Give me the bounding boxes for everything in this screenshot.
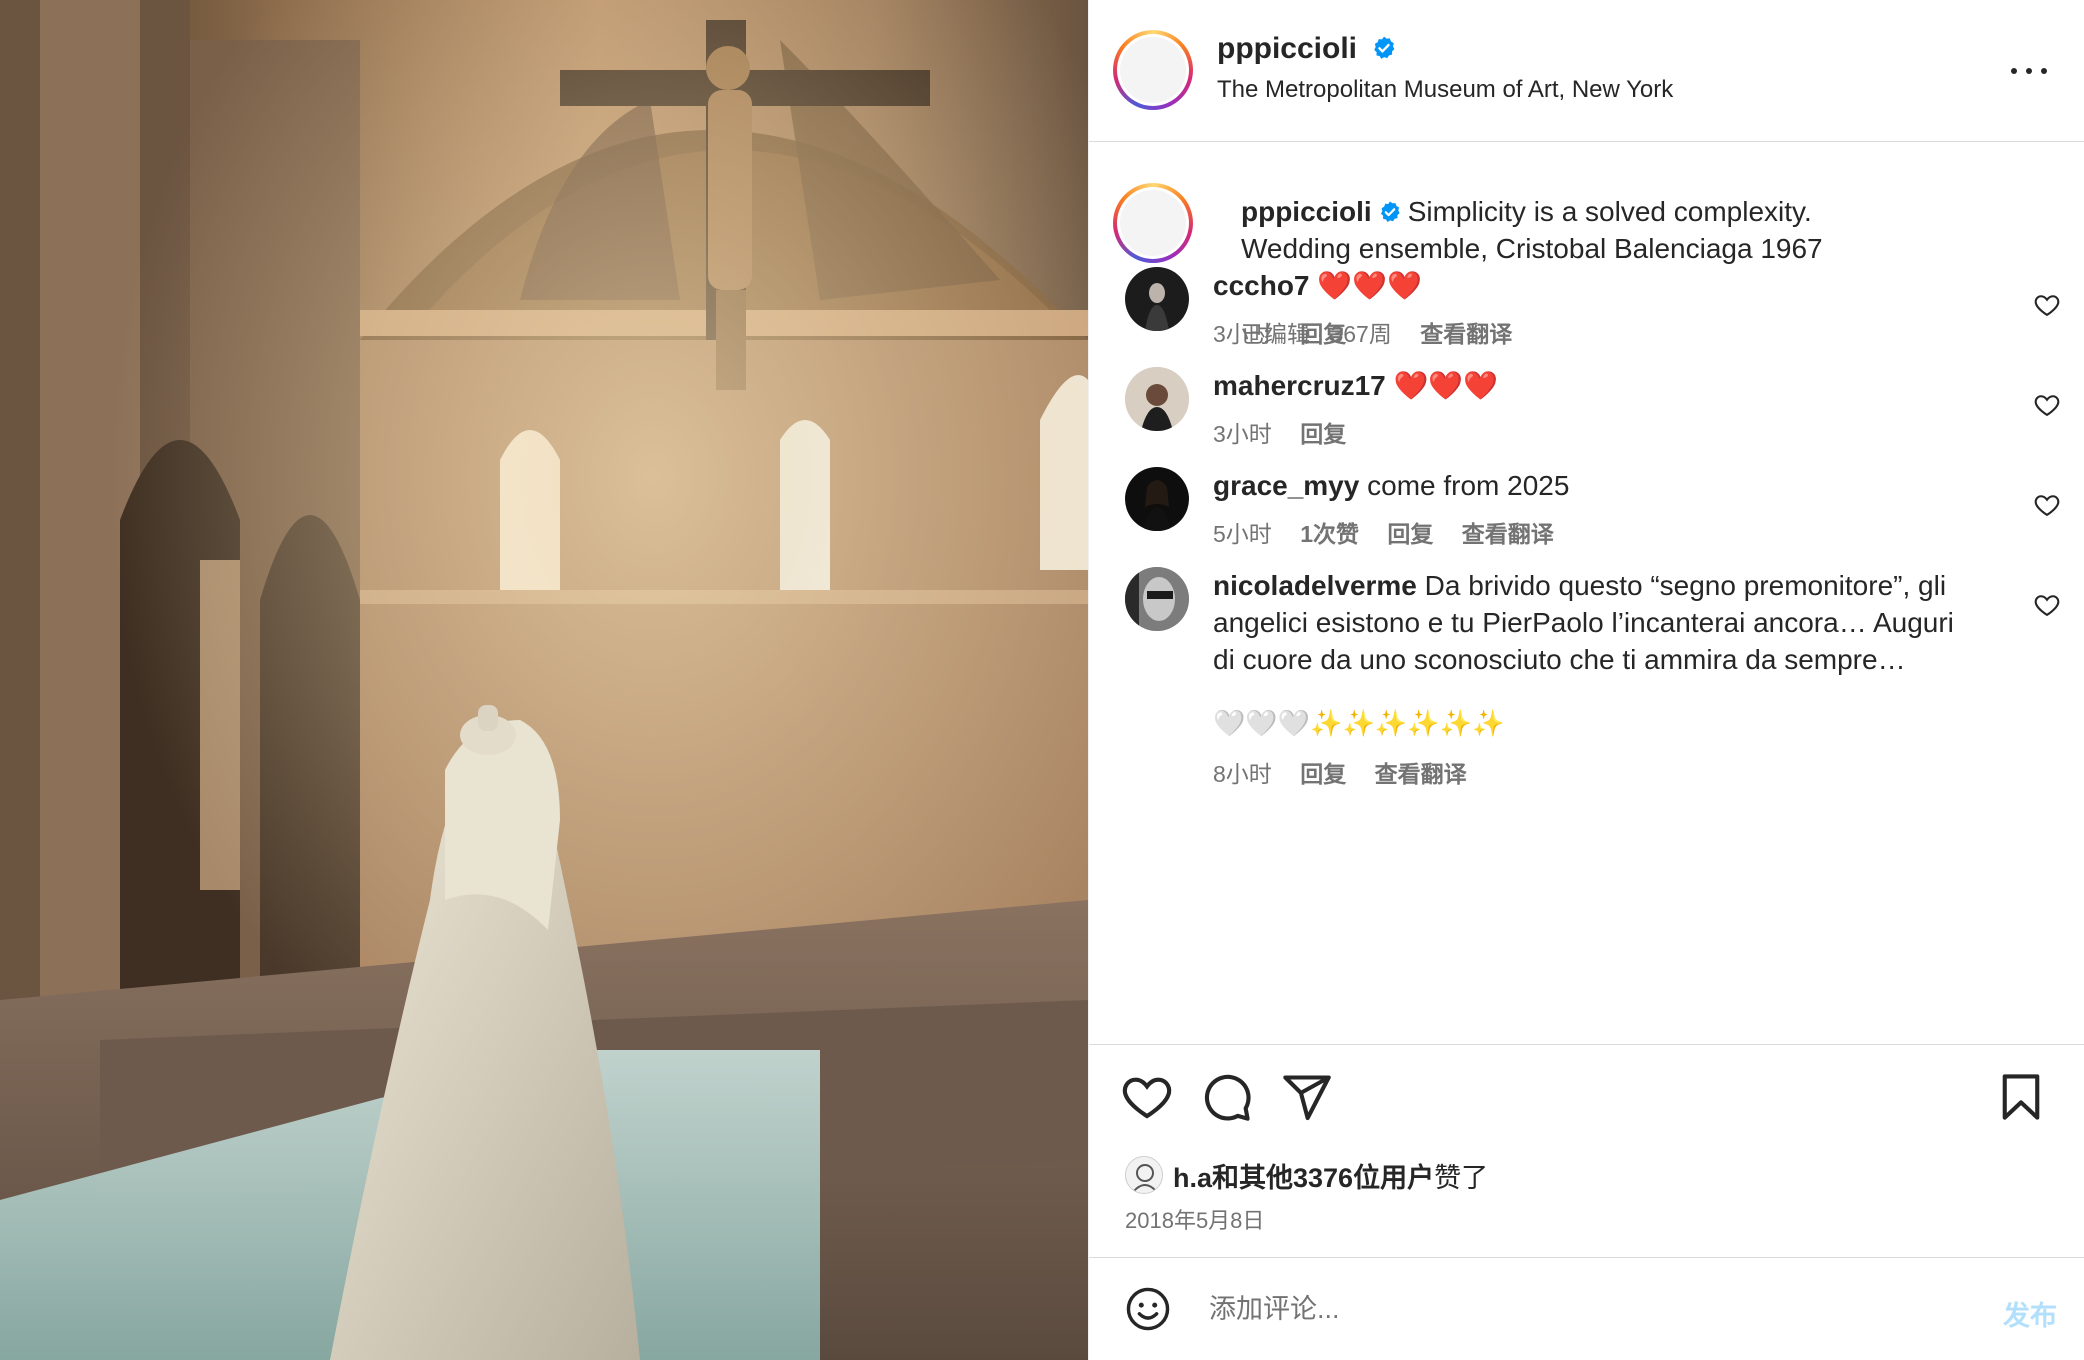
reply-button[interactable]: 回复 bbox=[1300, 321, 1346, 347]
commenter-avatar[interactable] bbox=[1125, 367, 1189, 431]
reply-button[interactable]: 回复 bbox=[1300, 421, 1346, 447]
comment-text: ❤️❤️❤️ bbox=[1393, 370, 1499, 401]
comment-icon[interactable] bbox=[1201, 1071, 1253, 1123]
comment-username[interactable]: grace_myy bbox=[1213, 470, 1359, 501]
bookmark-icon[interactable] bbox=[1995, 1071, 2047, 1123]
post-photo[interactable] bbox=[0, 0, 1088, 1360]
caption-author-avatar[interactable] bbox=[1113, 183, 1193, 263]
reply-button[interactable]: 回复 bbox=[1387, 521, 1433, 547]
translate-link[interactable]: 查看翻译 bbox=[1375, 761, 1467, 787]
likes-suffix: 赞了 bbox=[1434, 1162, 1489, 1193]
heart-icon[interactable] bbox=[2033, 291, 2061, 319]
comments-section[interactable]: pppiccioli Simplicity is a solved comple… bbox=[1089, 143, 2084, 1043]
caption-username[interactable]: pppiccioli bbox=[1241, 196, 1372, 227]
verified-badge-icon bbox=[1374, 36, 1395, 59]
comment-input[interactable] bbox=[1209, 1284, 1909, 1334]
translate-link[interactable]: 查看翻译 bbox=[1462, 521, 1554, 547]
post-header: pppiccioli The Metropolitan Museum of Ar… bbox=[1089, 0, 2084, 142]
post-date[interactable]: 2018年5月8日 bbox=[1125, 1203, 1264, 1235]
comment-likes[interactable]: 1次赞 bbox=[1300, 521, 1359, 547]
share-icon[interactable] bbox=[1281, 1071, 1333, 1123]
commenter-avatar[interactable] bbox=[1125, 267, 1189, 331]
caption-line-2: Wedding ensemble, Cristobal Balenciaga 1… bbox=[1241, 233, 1823, 264]
emoji-icon[interactable] bbox=[1125, 1286, 1171, 1332]
likes-summary[interactable]: h.a和其他3376位用户 赞了 bbox=[1125, 1155, 1488, 1195]
caption-line-1: Simplicity is a solved complexity. bbox=[1407, 196, 1812, 227]
comment-username[interactable]: nicoladelverme bbox=[1213, 570, 1417, 601]
comment-time: 5小时 bbox=[1213, 521, 1272, 547]
comment-emojis: 🤍🤍🤍✨✨✨✨✨✨ bbox=[1213, 708, 1505, 738]
commenter-avatar[interactable] bbox=[1125, 467, 1189, 531]
heart-icon[interactable] bbox=[2033, 591, 2061, 619]
church-apse-image bbox=[0, 0, 1088, 1360]
post-actions: h.a和其他3376位用户 赞了 2018年5月8日 bbox=[1089, 1044, 2084, 1256]
post-comment-button[interactable]: 发布 bbox=[2003, 1294, 2057, 1333]
comment-time: 3小时 bbox=[1213, 321, 1272, 347]
commenter-avatar[interactable] bbox=[1125, 567, 1189, 631]
heart-icon[interactable] bbox=[1121, 1071, 1173, 1123]
author-username[interactable]: pppiccioli bbox=[1217, 32, 1397, 66]
reply-button[interactable]: 回复 bbox=[1300, 761, 1346, 787]
heart-icon[interactable] bbox=[2033, 491, 2061, 519]
comment-text: come from 2025 bbox=[1367, 470, 1570, 501]
comment-username[interactable]: cccho7 bbox=[1213, 270, 1310, 301]
likes-text[interactable]: h.a和其他3376位用户 bbox=[1173, 1156, 1434, 1195]
post-location[interactable]: The Metropolitan Museum of Art, New York bbox=[1217, 76, 1673, 104]
comment-time: 3小时 bbox=[1213, 421, 1272, 447]
comment-text: ❤️❤️❤️ bbox=[1317, 270, 1422, 301]
comment-username[interactable]: mahercruz17 bbox=[1213, 370, 1386, 401]
liker-avatar bbox=[1125, 1156, 1163, 1194]
heart-icon[interactable] bbox=[2033, 391, 2061, 419]
author-avatar[interactable] bbox=[1113, 30, 1193, 110]
comment-time: 8小时 bbox=[1213, 761, 1272, 787]
verified-badge-icon bbox=[1380, 201, 1400, 222]
more-icon[interactable] bbox=[2009, 56, 2049, 86]
post-details-panel: pppiccioli The Metropolitan Museum of Ar… bbox=[1088, 0, 2084, 1360]
post-modal: pppiccioli The Metropolitan Museum of Ar… bbox=[0, 0, 2084, 1360]
comment-composer: 发布 bbox=[1089, 1257, 2084, 1360]
